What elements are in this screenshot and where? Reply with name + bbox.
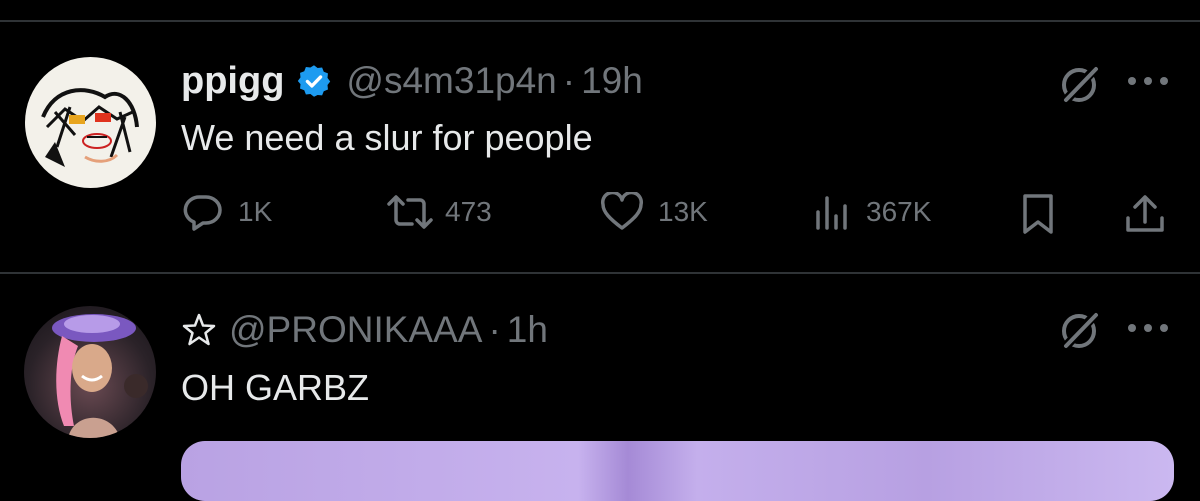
- grok-icon[interactable]: [1058, 62, 1102, 106]
- more-options-icon[interactable]: [1126, 75, 1170, 87]
- reply-count: 1K: [238, 196, 273, 227]
- tweet-header: ppigg @s4m31p4n · 19h: [181, 56, 643, 106]
- view-count: 367K: [866, 196, 932, 227]
- avatar-drawing: [41, 88, 139, 167]
- heart-icon: [600, 192, 644, 232]
- retweet-icon: [385, 192, 435, 232]
- avatar[interactable]: [25, 57, 156, 188]
- grok-icon[interactable]: [1058, 308, 1102, 352]
- separator-dot: ·: [562, 60, 576, 101]
- tweet-header: @PRONIKAAA · 1h: [181, 305, 548, 355]
- like-count: 13K: [658, 196, 708, 227]
- star-outline-icon: [181, 312, 217, 348]
- share-icon[interactable]: [1124, 192, 1166, 236]
- views-chart-icon: [812, 192, 852, 232]
- bookmark-icon[interactable]: [1018, 192, 1058, 236]
- reply-button[interactable]: 1K: [182, 192, 272, 232]
- username[interactable]: @s4m31p4n: [346, 60, 556, 102]
- retweet-button[interactable]: 473: [385, 192, 492, 232]
- more-options-icon[interactable]: [1126, 322, 1170, 334]
- reply-icon: [182, 192, 224, 232]
- like-button[interactable]: 13K: [600, 192, 708, 232]
- verified-badge-icon: [296, 63, 332, 99]
- display-name[interactable]: ppigg: [181, 60, 284, 103]
- timestamp[interactable]: 1h: [507, 309, 548, 351]
- timestamp[interactable]: 19h: [581, 60, 643, 102]
- divider: [0, 272, 1200, 274]
- username[interactable]: @PRONIKAAA: [229, 309, 482, 351]
- retweet-count: 473: [445, 196, 492, 227]
- separator-dot: ·: [488, 309, 501, 350]
- tweet-text: OH GARBZ: [181, 367, 370, 408]
- avatar-photo: [52, 314, 148, 438]
- media-image[interactable]: [181, 441, 1174, 501]
- avatar[interactable]: [24, 306, 156, 438]
- tweet-text: We need a slur for people: [181, 117, 593, 158]
- views-button[interactable]: 367K: [812, 192, 931, 232]
- divider: [0, 20, 1200, 22]
